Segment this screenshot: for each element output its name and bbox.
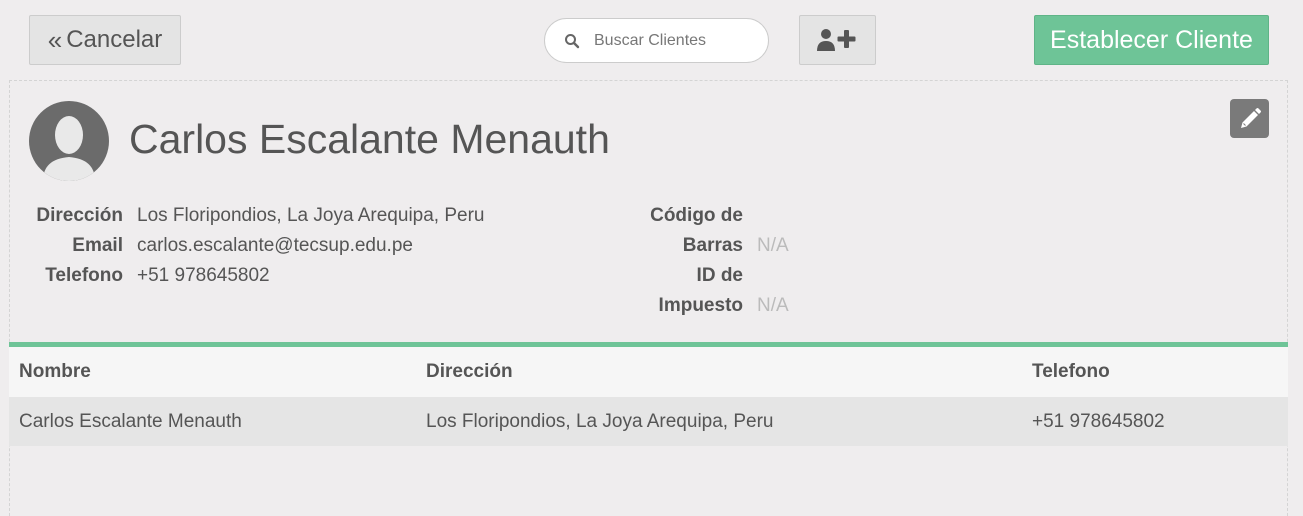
establish-client-button[interactable]: Establecer Cliente: [1034, 15, 1269, 65]
table-row[interactable]: Carlos Escalante Menauth Los Floripondio…: [9, 397, 1288, 446]
taxid-value: N/A: [757, 295, 789, 316]
client-name: Carlos Escalante Menauth: [129, 116, 610, 162]
barcode-value: N/A: [757, 235, 789, 256]
chevrons-left-icon: «: [47, 25, 63, 55]
header-phone: Telefono: [1032, 361, 1110, 382]
barcode-label-line1: Código de: [650, 205, 743, 226]
avatar-icon: [29, 101, 109, 181]
email-label: Email: [72, 235, 123, 256]
add-customer-button[interactable]: [799, 15, 876, 65]
address-value: Los Floripondios, La Joya Arequipa, Peru: [137, 205, 485, 226]
add-user-icon: [816, 29, 855, 51]
client-info-left: Dirección Los Floripondios, La Joya Areq…: [20, 201, 485, 291]
barcode-label-line2: Barras: [682, 235, 743, 256]
cancel-label: Cancelar: [66, 26, 163, 53]
phone-value: +51 978645802: [137, 265, 270, 286]
search-input[interactable]: [592, 30, 756, 51]
address-label: Dirección: [36, 205, 123, 226]
table-header: Nombre Dirección Telefono: [9, 347, 1288, 397]
search-box[interactable]: [544, 18, 769, 63]
taxid-label-line2: Impuesto: [658, 295, 743, 316]
pencil-icon: [1240, 107, 1261, 128]
header-address: Dirección: [426, 361, 513, 382]
establish-label: Establecer Cliente: [1050, 25, 1253, 54]
email-value: carlos.escalante@tecsup.edu.pe: [137, 235, 413, 256]
taxid-label-line1: ID de: [696, 265, 743, 286]
cancel-button[interactable]: « Cancelar: [29, 15, 181, 65]
phone-label: Telefono: [45, 265, 123, 286]
edit-button[interactable]: [1230, 99, 1269, 138]
cell-phone: +51 978645802: [1032, 410, 1165, 432]
header-name: Nombre: [19, 361, 91, 382]
client-info-right: Código de Barras N/A ID de Impuesto N/A: [640, 201, 789, 321]
search-icon: [565, 33, 580, 48]
cell-name: Carlos Escalante Menauth: [19, 410, 242, 432]
cell-address: Los Floripondios, La Joya Arequipa, Peru: [426, 410, 774, 432]
customers-table: Nombre Dirección Telefono Carlos Escalan…: [9, 342, 1288, 446]
